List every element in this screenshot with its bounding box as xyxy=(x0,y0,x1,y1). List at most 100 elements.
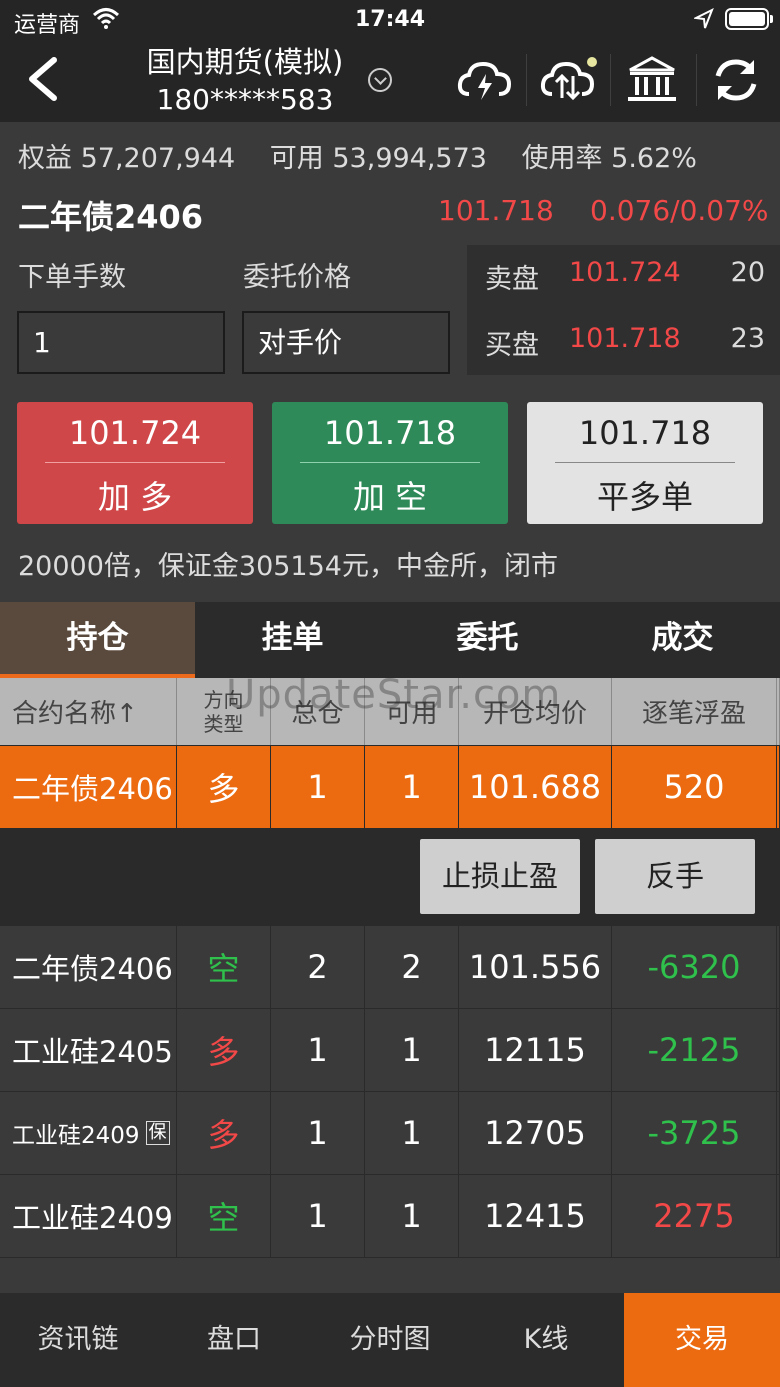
tab-pending[interactable]: 挂单 xyxy=(195,602,390,678)
row-total: 2 xyxy=(271,926,365,1008)
divider xyxy=(45,462,225,463)
price-type-input[interactable]: 对手价 xyxy=(242,311,450,374)
row-name: 工业硅2409 xyxy=(0,1175,177,1257)
row-float-pnl: 2275 xyxy=(612,1175,777,1257)
back-icon[interactable] xyxy=(22,54,66,104)
row-actions: 止损止盈 反手 xyxy=(0,829,780,926)
sell-short-button[interactable]: 101.718 加 空 xyxy=(272,402,508,524)
table-row[interactable]: 工业硅2409 空 1 1 12415 2275 xyxy=(0,1175,780,1258)
page-title[interactable]: 国内期货(模拟) xyxy=(120,44,370,80)
row-available: 2 xyxy=(365,926,459,1008)
close-label: 平多单 xyxy=(596,478,693,516)
position-tabs: 持仓 挂单 委托 成交 xyxy=(0,602,780,678)
table-row[interactable]: 二年债2406 空 2 2 101.556 -6320 xyxy=(0,926,780,1009)
row-float-pnl: -2125 xyxy=(612,1009,777,1091)
tab-trades[interactable]: 成交 xyxy=(585,602,780,678)
divider xyxy=(696,54,697,106)
row-available: 1 xyxy=(365,1175,459,1257)
row-float-pnl: -6320 xyxy=(612,926,777,1008)
available: 可用 53,994,573 xyxy=(269,143,487,174)
equity: 权益 57,207,944 xyxy=(18,143,236,174)
row-direction: 多 xyxy=(177,746,271,828)
row-name: 工业硅2405 xyxy=(0,1009,177,1091)
row-total: 1 xyxy=(271,1009,365,1091)
nav-market-depth[interactable]: 盘口 xyxy=(156,1293,312,1387)
quantity-input[interactable]: 1 xyxy=(17,311,225,374)
row-avg-price: 12115 xyxy=(459,1009,612,1091)
row-float-pnl: 520 xyxy=(612,746,777,828)
order-book: 卖盘 101.724 20 买盘 101.718 23 xyxy=(467,245,780,375)
sell-label: 加 空 xyxy=(352,478,428,516)
row-direction: 空 xyxy=(177,1175,271,1257)
location-icon xyxy=(694,8,714,29)
instrument-name[interactable]: 二年债2406 xyxy=(18,192,203,238)
bid-volume: 23 xyxy=(730,323,765,354)
row-name: 二年债2406 xyxy=(0,746,177,828)
quantity-label: 下单手数 xyxy=(18,262,126,293)
positions-table: 合约名称↑ 方向 类型 总仓 可用 开仓均价 逐笔浮盈 二年债2406 多 1 … xyxy=(0,678,780,1258)
cloud-sync-icon[interactable] xyxy=(538,52,598,108)
buy-long-button[interactable]: 101.724 加 多 xyxy=(17,402,253,524)
ask-label: 卖盘 xyxy=(485,264,539,295)
ask-volume: 20 xyxy=(730,257,765,288)
bid-price: 101.718 xyxy=(569,323,681,354)
price-change: 0.076/0.07% xyxy=(590,194,769,227)
row-float-pnl: -3725 xyxy=(612,1092,777,1174)
hedge-badge: 保 xyxy=(145,1121,170,1145)
tab-orders[interactable]: 委托 xyxy=(390,602,585,678)
nav-intraday-chart[interactable]: 分时图 xyxy=(312,1293,468,1387)
bank-icon[interactable] xyxy=(622,52,682,108)
table-row[interactable]: 工业硅2409 保 多 1 1 12705 -3725 xyxy=(0,1092,780,1175)
stop-loss-take-profit-button[interactable]: 止损止盈 xyxy=(420,839,580,914)
table-row[interactable]: 工业硅2405 多 1 1 12115 -2125 xyxy=(0,1009,780,1092)
battery-icon xyxy=(725,8,769,30)
buy-price: 101.724 xyxy=(68,414,202,452)
row-direction: 多 xyxy=(177,1009,271,1091)
divider xyxy=(555,462,735,463)
row-avg-price: 101.688 xyxy=(459,746,612,828)
chevron-down-icon[interactable] xyxy=(368,68,392,92)
row-available: 1 xyxy=(365,1092,459,1174)
price-type-label: 委托价格 xyxy=(243,262,351,293)
row-name-text: 工业硅2409 xyxy=(12,1123,140,1149)
bottom-nav: 资讯链 盘口 分时图 K线 交易 xyxy=(0,1293,780,1387)
account-summary: 权益 57,207,944 可用 53,994,573 使用率 5.62% xyxy=(18,136,723,175)
row-name: 工业硅2409 保 xyxy=(0,1092,177,1174)
row-available: 1 xyxy=(365,1009,459,1091)
row-direction: 多 xyxy=(177,1092,271,1174)
row-total: 1 xyxy=(271,1092,365,1174)
nav-news[interactable]: 资讯链 xyxy=(0,1293,156,1387)
row-name: 二年债2406 xyxy=(0,926,177,1008)
table-row[interactable]: 二年债2406 多 1 1 101.688 520 xyxy=(0,746,780,829)
ask-price: 101.724 xyxy=(569,257,681,288)
row-direction: 空 xyxy=(177,926,271,1008)
bid-label: 买盘 xyxy=(485,330,539,361)
contract-info: 20000倍，保证金305154元，中金所，闭市 xyxy=(18,551,558,582)
nav-bar: 国内期货(模拟) 180*****583 xyxy=(0,40,780,122)
col-float-pnl[interactable]: 逐笔浮盈 xyxy=(612,678,777,745)
clock: 17:44 xyxy=(354,7,426,32)
nav-kline[interactable]: K线 xyxy=(468,1293,624,1387)
last-price: 101.718 xyxy=(438,194,554,227)
row-total: 1 xyxy=(271,746,365,828)
reverse-position-button[interactable]: 反手 xyxy=(595,839,755,914)
watermark: UpdateStar.com xyxy=(226,672,562,718)
row-avg-price: 12415 xyxy=(459,1175,612,1257)
row-avg-price: 101.556 xyxy=(459,926,612,1008)
col-name[interactable]: 合约名称↑ xyxy=(0,678,177,745)
divider xyxy=(526,54,527,106)
divider xyxy=(300,462,480,463)
sell-price: 101.718 xyxy=(323,414,457,452)
battery-tip xyxy=(770,15,773,23)
tab-positions[interactable]: 持仓 xyxy=(0,602,195,678)
row-available: 1 xyxy=(365,746,459,828)
row-total: 1 xyxy=(271,1175,365,1257)
buy-label: 加 多 xyxy=(97,478,173,516)
close-price: 101.718 xyxy=(578,414,712,452)
close-long-button[interactable]: 101.718 平多单 xyxy=(527,402,763,524)
nav-trade[interactable]: 交易 xyxy=(624,1293,780,1387)
status-bar: 运营商 17:44 xyxy=(0,0,780,40)
cloud-lightning-icon[interactable] xyxy=(455,52,515,108)
account-id[interactable]: 180*****583 xyxy=(120,82,370,118)
refresh-icon[interactable] xyxy=(706,52,766,108)
